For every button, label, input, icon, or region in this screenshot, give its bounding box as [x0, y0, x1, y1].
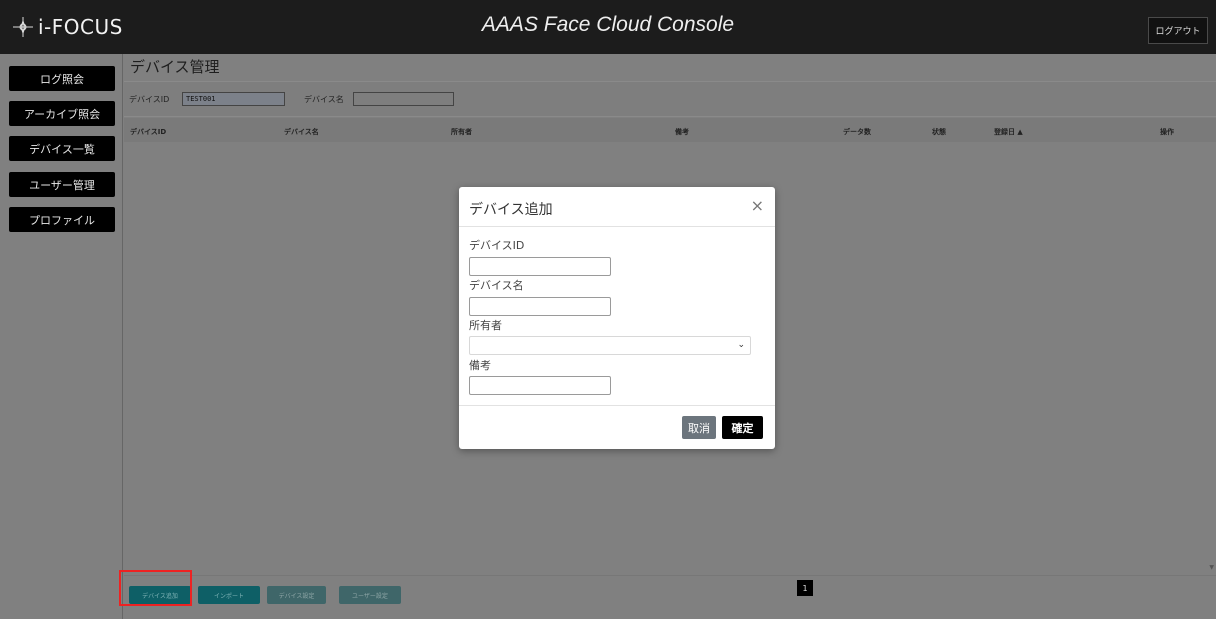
column-operations[interactable]: 操作: [1160, 127, 1174, 137]
column-status[interactable]: 状態: [932, 127, 946, 137]
owner-select[interactable]: ⌄: [469, 336, 751, 355]
filter-device-id-label: デバイスID: [129, 95, 170, 104]
column-remarks[interactable]: 備考: [675, 127, 689, 137]
modal-footer-divider: [459, 405, 775, 406]
sidebar-item-archive-inquiry[interactable]: アーカイブ照会: [9, 101, 115, 126]
modal-title: デバイス追加: [469, 202, 553, 218]
pagination-page-1[interactable]: 1: [797, 580, 813, 596]
device-settings-button[interactable]: デバイス設定: [267, 586, 326, 604]
column-owner[interactable]: 所有者: [451, 127, 472, 137]
modal-header: デバイス追加 ×: [459, 187, 775, 227]
device-name-label: デバイス名: [469, 279, 524, 292]
filter-device-id-input[interactable]: TEST001: [182, 92, 285, 106]
table-header: デバイスID デバイス名 所有者 備考 データ数 状態 登録日 ▲ 操作: [124, 118, 1216, 142]
filter-bar: デバイスID TEST001 デバイス名: [124, 81, 1216, 117]
import-button[interactable]: インポート: [198, 586, 260, 604]
app-title: AAAS Face Cloud Console: [481, 13, 735, 36]
column-data-count[interactable]: データ数: [843, 127, 871, 137]
filter-device-name-label: デバイス名: [304, 95, 344, 104]
device-id-label: デバイスID: [469, 239, 525, 252]
remarks-label: 備考: [469, 359, 491, 372]
highlight-annotation: [119, 570, 192, 606]
app-header: i-FOCUS AAAS Face Cloud Console ログアウト: [0, 0, 1216, 54]
column-device-name[interactable]: デバイス名: [284, 127, 319, 137]
sidebar-item-user-management[interactable]: ユーザー管理: [9, 172, 115, 197]
sidebar-divider: [122, 54, 123, 619]
owner-label: 所有者: [469, 319, 502, 332]
sidebar-item-log-inquiry[interactable]: ログ照会: [9, 66, 115, 91]
action-bar: デバイス追加 インポート デバイス設定 ユーザー設定: [124, 575, 1216, 620]
add-device-modal: デバイス追加 × デバイスID デバイス名 所有者 ⌄ 備考 取消 確定: [459, 187, 775, 449]
user-settings-button[interactable]: ユーザー設定: [339, 586, 401, 604]
logout-button[interactable]: ログアウト: [1148, 17, 1208, 44]
page-title: デバイス管理: [130, 58, 220, 76]
remarks-field[interactable]: [469, 376, 611, 395]
cancel-button[interactable]: 取消: [682, 416, 716, 439]
filter-device-name-input[interactable]: [353, 92, 454, 106]
sidebar-item-device-list[interactable]: デバイス一覧: [9, 136, 115, 161]
device-name-field[interactable]: [469, 297, 611, 316]
column-device-id[interactable]: デバイスID: [130, 127, 166, 137]
chevron-down-icon: ⌄: [737, 340, 745, 350]
close-icon[interactable]: ×: [751, 196, 764, 215]
column-registered-date[interactable]: 登録日 ▲: [994, 127, 1023, 137]
scroll-down-icon[interactable]: ▼: [1209, 564, 1214, 571]
sidebar-item-profile[interactable]: プロファイル: [9, 207, 115, 232]
sidebar: ログ照会 アーカイブ照会 デバイス一覧 ユーザー管理 プロファイル: [0, 54, 120, 619]
confirm-button[interactable]: 確定: [722, 416, 763, 439]
device-id-field[interactable]: [469, 257, 611, 276]
